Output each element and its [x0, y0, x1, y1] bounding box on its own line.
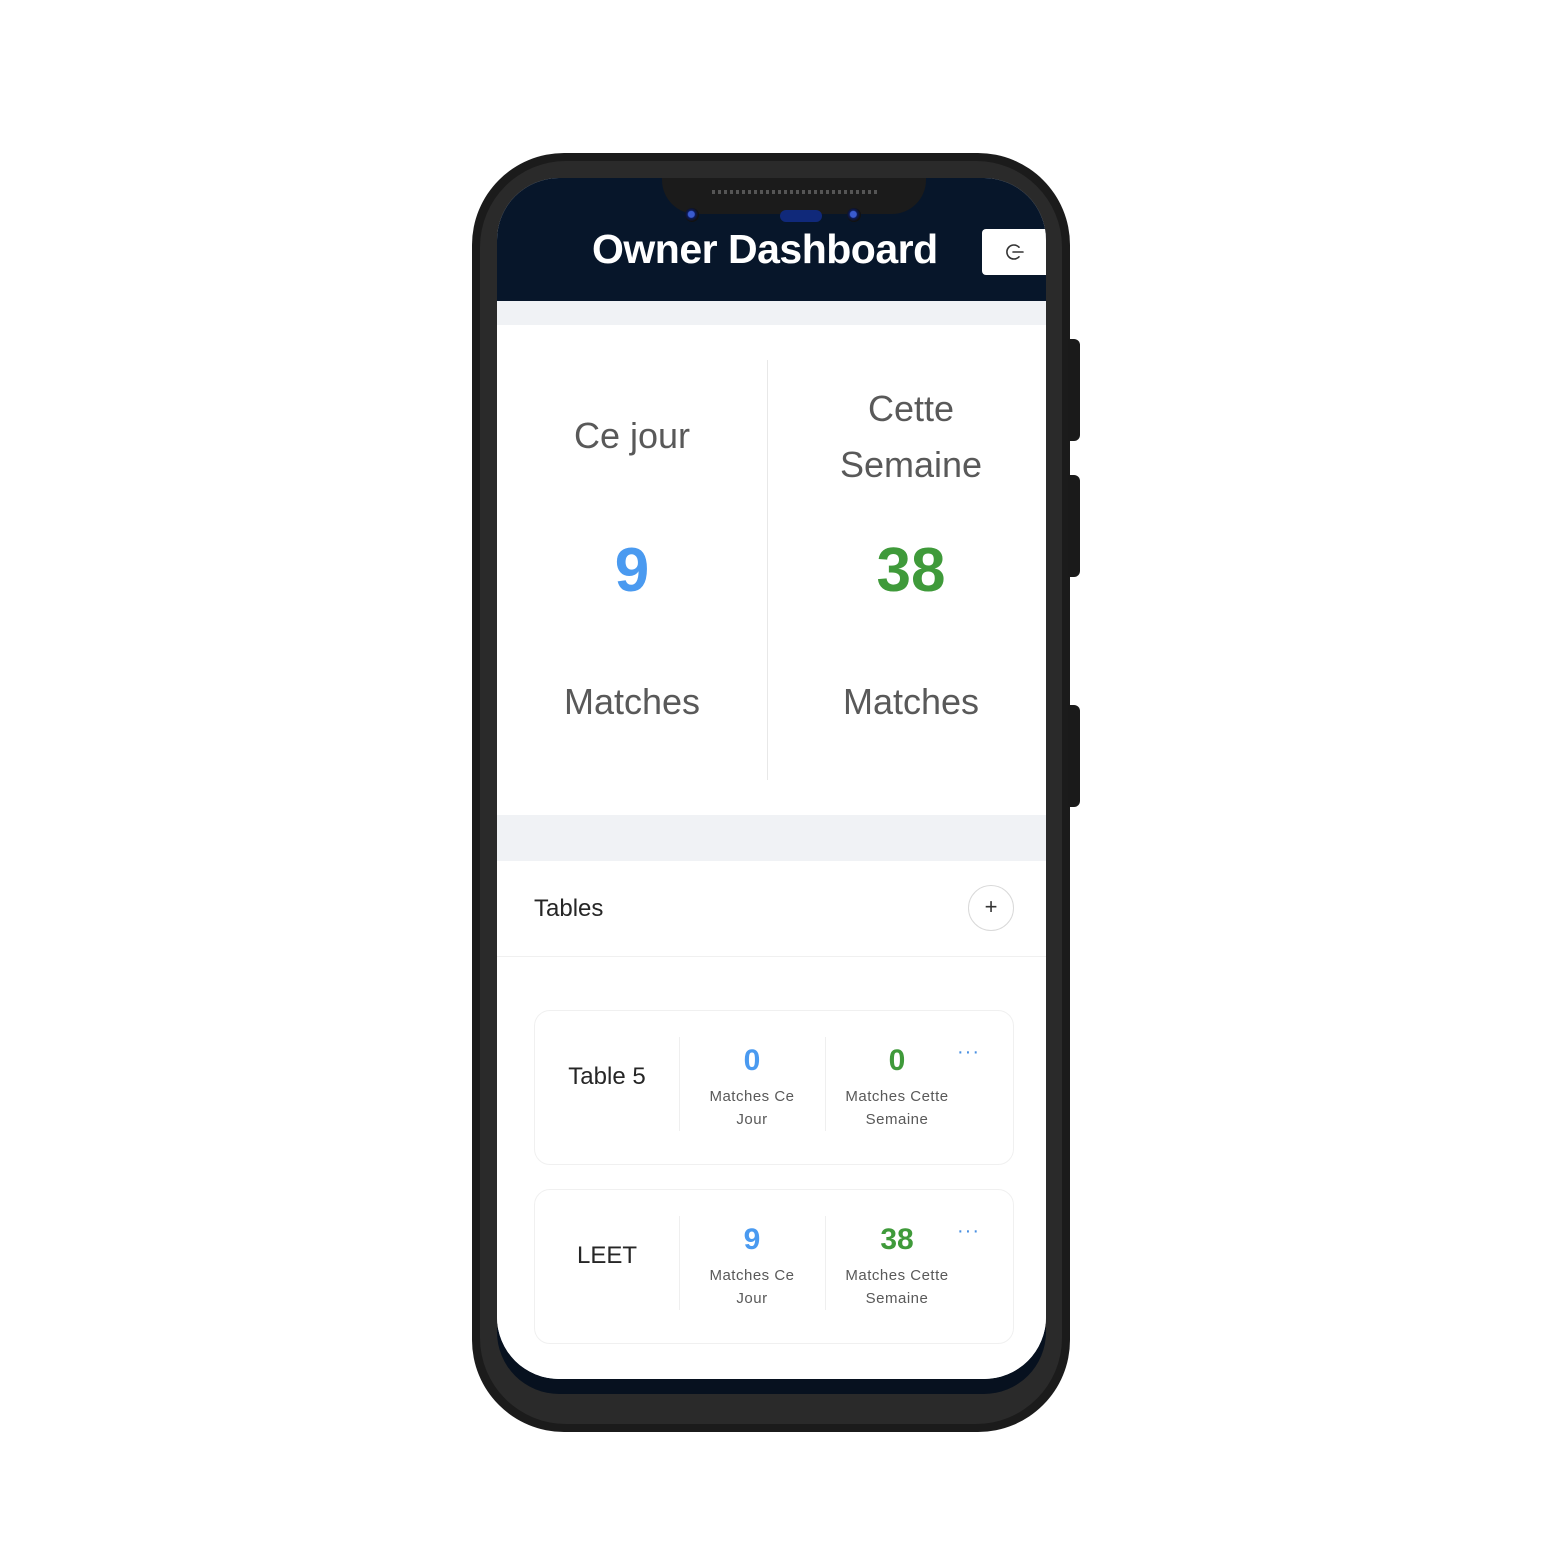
stats-card: Ce jour 9 Matches Cette Semaine 38 Match… [497, 325, 1046, 815]
table-today-label: Matches Ce Jour [680, 1264, 824, 1310]
table-week-value: 0 [888, 1044, 906, 1077]
stat-today-unit: Matches [563, 681, 701, 722]
stat-week-unit: Matches [842, 681, 980, 722]
volume-up-button [1068, 339, 1080, 441]
table-week-value: 38 [880, 1223, 914, 1256]
table-week-label: Matches Cette Semaine [825, 1085, 969, 1131]
table-week-stat: 0 Matches Cette Semaine [825, 1041, 969, 1131]
stat-week: Cette Semaine 38 Matches [776, 325, 1046, 815]
stat-week-title-line2: Semaine [839, 444, 983, 485]
stats-divider [767, 360, 768, 780]
table-week-label-line2: Semaine [865, 1111, 929, 1128]
tables-header: Tables + [497, 861, 1046, 957]
more-options-icon[interactable]: ··· [957, 1041, 980, 1064]
add-table-button[interactable]: + [968, 885, 1014, 931]
table-week-label: Matches Cette Semaine [825, 1264, 969, 1310]
table-today-label-line1: Matches Ce [709, 1088, 795, 1105]
stat-week-title-line1: Cette [867, 388, 955, 429]
phone-frame: Owner Dashboard Ce jour 9 Matches Cette … [472, 153, 1080, 1432]
tables-section: Tables + Table 5 0 Matches Ce Jour 0 Mat… [497, 861, 1046, 1379]
table-today-label-line2: Jour [736, 1290, 768, 1307]
table-today-stat: 9 Matches Ce Jour [680, 1220, 824, 1310]
table-week-stat: 38 Matches Cette Semaine [825, 1220, 969, 1310]
table-today-value: 0 [743, 1044, 761, 1077]
table-today-label-line2: Jour [736, 1111, 768, 1128]
table-today-label-line1: Matches Ce [709, 1267, 795, 1284]
app-screen: Owner Dashboard Ce jour 9 Matches Cette … [497, 178, 1046, 1379]
stat-today: Ce jour 9 Matches [497, 325, 767, 815]
table-name: Table 5 [568, 1063, 646, 1090]
speaker-grille [712, 190, 880, 194]
table-card[interactable]: LEET 9 Matches Ce Jour 38 Matches Cette … [534, 1189, 1014, 1344]
volume-down-button [1068, 475, 1080, 577]
logout-button[interactable] [982, 229, 1046, 275]
stat-today-value: 9 [614, 536, 650, 605]
table-today-value: 9 [743, 1223, 761, 1256]
page-title: Owner Dashboard [592, 226, 938, 272]
power-button [1068, 705, 1080, 807]
front-camera-icon [685, 208, 699, 222]
table-week-label-line1: Matches Cette [845, 1267, 949, 1284]
sensor [780, 210, 822, 222]
front-sensor-icon [847, 208, 861, 222]
table-week-label-line2: Semaine [865, 1290, 929, 1307]
table-today-label: Matches Ce Jour [680, 1085, 824, 1131]
logout-icon [1006, 244, 1024, 260]
notch [662, 178, 926, 214]
table-card[interactable]: Table 5 0 Matches Ce Jour 0 Matches Cett… [534, 1010, 1014, 1165]
tables-title: Tables [534, 895, 604, 922]
stat-week-value: 38 [876, 536, 946, 605]
stat-today-title: Ce jour [573, 415, 691, 456]
more-options-icon[interactable]: ··· [957, 1220, 980, 1243]
table-week-label-line1: Matches Cette [845, 1088, 949, 1105]
table-name: LEET [576, 1242, 638, 1269]
table-today-stat: 0 Matches Ce Jour [680, 1041, 824, 1131]
